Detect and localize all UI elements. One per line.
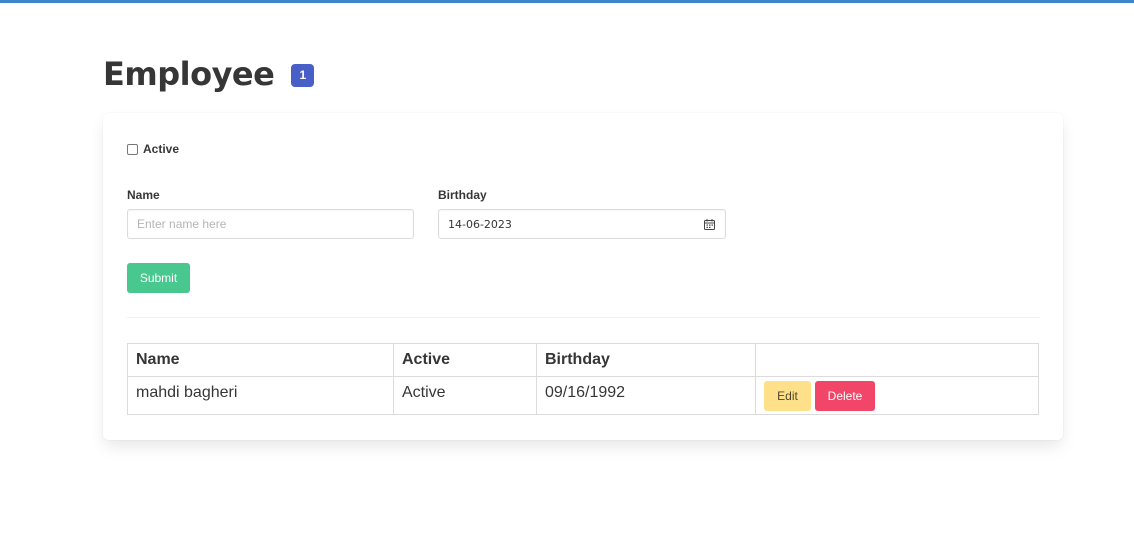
- name-input-placeholder: Enter name here: [137, 217, 227, 231]
- employee-table: Name Active Birthday mahdi bagheri Activ…: [127, 343, 1039, 415]
- name-input[interactable]: Enter name here: [127, 209, 414, 239]
- cell-name: mahdi bagheri: [127, 376, 394, 415]
- birthday-field-label: Birthday: [438, 188, 487, 202]
- calendar-icon[interactable]: [704, 219, 715, 230]
- cell-actions: Edit Delete: [755, 376, 1039, 415]
- column-header-actions: [755, 343, 1039, 377]
- table-row: mahdi bagheri Active 09/16/1992 Edit Dele…: [127, 376, 1039, 415]
- active-checkbox-row[interactable]: Active: [127, 142, 179, 156]
- employee-card: Active Name Enter name here Birthday 14-…: [103, 113, 1063, 440]
- page-title: Employee: [103, 55, 275, 93]
- name-field-label: Name: [127, 188, 160, 202]
- table-header-row: Name Active Birthday: [127, 343, 1039, 377]
- column-header-birthday: Birthday: [536, 343, 756, 377]
- active-checkbox[interactable]: [127, 143, 138, 155]
- column-header-name: Name: [127, 343, 394, 377]
- delete-button[interactable]: Delete: [815, 381, 875, 411]
- edit-button[interactable]: Edit: [764, 381, 811, 411]
- cell-active: Active: [393, 376, 537, 415]
- column-header-active: Active: [393, 343, 537, 377]
- top-accent-bar: [0, 0, 1134, 3]
- employee-count-badge: 1: [291, 63, 315, 87]
- divider: [127, 317, 1039, 318]
- birthday-input[interactable]: 14-06-2023: [438, 209, 726, 239]
- submit-button[interactable]: Submit: [127, 263, 190, 293]
- cell-birthday: 09/16/1992: [536, 376, 756, 415]
- active-checkbox-label[interactable]: Active: [143, 142, 179, 156]
- page-header: Employee 1: [103, 52, 315, 96]
- birthday-input-value: 14-06-2023: [448, 217, 512, 231]
